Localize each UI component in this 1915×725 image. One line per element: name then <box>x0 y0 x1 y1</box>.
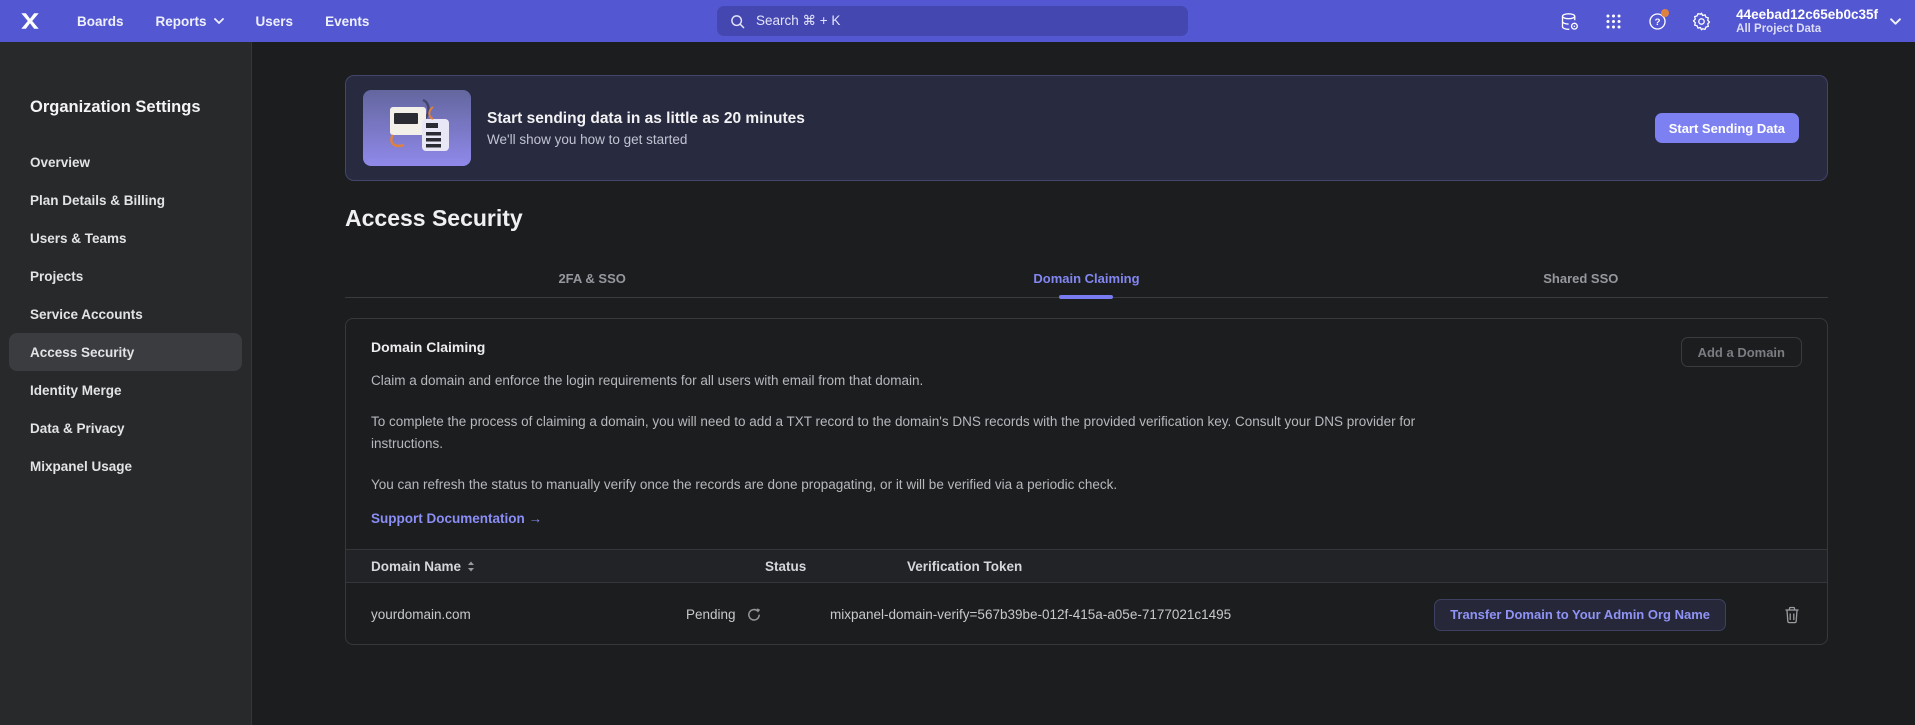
help-icon[interactable]: ? <box>1640 4 1674 38</box>
chevron-down-icon <box>214 18 224 24</box>
active-tab-indicator <box>1059 295 1113 299</box>
sidebar-item-access-security[interactable]: Access Security <box>9 333 242 371</box>
nav-item-label: Events <box>325 14 369 29</box>
navbar-right: ? 44eebad12c65eb0c35f All Project Data <box>1552 0 1901 42</box>
svg-text:?: ? <box>1654 17 1660 28</box>
sidebar-item-service-accounts[interactable]: Service Accounts <box>9 295 242 333</box>
transfer-domain-button[interactable]: Transfer Domain to Your Admin Org Name <box>1434 599 1726 631</box>
access-security-tabs: 2FA & SSO Domain Claiming Shared SSO <box>345 260 1828 298</box>
domain-claiming-card: Add a Domain Domain Claiming Claim a dom… <box>345 318 1828 645</box>
row-actions: Transfer Domain to Your Admin Org Name <box>1397 599 1827 631</box>
refresh-icon <box>746 607 762 623</box>
verification-token-cell: mixpanel-domain-verify=567b39be-012f-415… <box>811 607 1397 622</box>
search-input[interactable]: Search ⌘ + K <box>717 6 1188 36</box>
nav-item-label: Reports <box>156 14 207 29</box>
column-header-status: Status <box>666 559 811 574</box>
sidebar-item-identity-merge[interactable]: Identity Merge <box>9 371 242 409</box>
tab-domain-claiming[interactable]: Domain Claiming <box>839 260 1333 297</box>
column-header-label: Domain Name <box>371 559 461 574</box>
table-header-row: Domain Name Status Verification Token <box>346 549 1827 583</box>
sidebar-item-plan-details-billing[interactable]: Plan Details & Billing <box>9 181 242 219</box>
status-text: Pending <box>686 607 736 622</box>
nav-item-boards[interactable]: Boards <box>65 8 136 35</box>
top-navbar: Boards Reports Users Events Search ⌘ + K <box>0 0 1915 42</box>
card-paragraph: Claim a domain and enforce the login req… <box>371 371 1431 391</box>
search-icon <box>729 13 746 30</box>
column-header-verification-token: Verification Token <box>811 559 1397 574</box>
add-domain-button[interactable]: Add a Domain <box>1681 337 1802 367</box>
org-id: 44eebad12c65eb0c35f <box>1736 7 1878 22</box>
page-title: Access Security <box>345 205 1828 232</box>
sidebar-title: Organization Settings <box>30 98 251 117</box>
nav-item-events[interactable]: Events <box>313 8 381 35</box>
data-management-icon[interactable] <box>1552 4 1586 38</box>
tab-2fa-sso[interactable]: 2FA & SSO <box>345 260 839 297</box>
main-area: Start sending data in as little as 20 mi… <box>253 42 1915 725</box>
tab-label: Shared SSO <box>1543 271 1618 286</box>
domain-name-cell: yourdomain.com <box>346 607 666 622</box>
search-placeholder: Search ⌘ + K <box>756 13 840 29</box>
notification-dot <box>1661 9 1669 17</box>
domains-table: Domain Name Status Verification Token <box>346 549 1827 645</box>
tab-shared-sso[interactable]: Shared SSO <box>1334 260 1828 297</box>
settings-gear-icon[interactable] <box>1684 4 1718 38</box>
sidebar-list: Overview Plan Details & Billing Users & … <box>0 143 251 485</box>
column-header-label: Verification Token <box>907 559 1022 574</box>
banner-illustration <box>363 90 471 166</box>
tab-label: 2FA & SSO <box>558 271 625 286</box>
chevron-down-icon <box>1890 18 1901 25</box>
banner-title: Start sending data in as little as 20 mi… <box>487 110 805 128</box>
card-paragraph: To complete the process of claiming a do… <box>371 411 1431 455</box>
sidebar-item-projects[interactable]: Projects <box>9 257 242 295</box>
sidebar-item-users-teams[interactable]: Users & Teams <box>9 219 242 257</box>
sort-icon <box>467 561 475 572</box>
nav-item-reports[interactable]: Reports <box>144 8 236 35</box>
sidebar-item-mixpanel-usage[interactable]: Mixpanel Usage <box>9 447 242 485</box>
status-cell: Pending <box>666 607 811 623</box>
sidebar-item-overview[interactable]: Overview <box>9 143 242 181</box>
sidebar-item-data-privacy[interactable]: Data & Privacy <box>9 409 242 447</box>
column-header-domain-name[interactable]: Domain Name <box>346 559 666 574</box>
card-title: Domain Claiming <box>371 339 1802 355</box>
tab-label: Domain Claiming <box>1033 271 1139 286</box>
card-paragraph: You can refresh the status to manually v… <box>371 475 1431 495</box>
account-switcher[interactable]: 44eebad12c65eb0c35f All Project Data <box>1736 7 1901 36</box>
support-documentation-link[interactable]: Support Documentation → <box>371 509 542 529</box>
banner-text: Start sending data in as little as 20 mi… <box>487 110 805 147</box>
nav-item-label: Users <box>256 14 294 29</box>
apps-grid-icon[interactable] <box>1596 4 1630 38</box>
onboarding-banner: Start sending data in as little as 20 mi… <box>345 75 1828 181</box>
banner-subtitle: We'll show you how to get started <box>487 132 805 147</box>
nav-item-users[interactable]: Users <box>244 8 306 35</box>
nav-item-label: Boards <box>77 14 124 29</box>
project-name: All Project Data <box>1736 23 1878 36</box>
settings-sidebar: Organization Settings Overview Plan Deta… <box>0 42 252 725</box>
main-nav: Boards Reports Users Events <box>65 8 381 35</box>
column-header-label: Status <box>765 559 806 574</box>
delete-domain-button[interactable] <box>1784 606 1800 624</box>
start-sending-data-button[interactable]: Start Sending Data <box>1655 113 1799 143</box>
mixpanel-logo-icon[interactable] <box>17 8 43 34</box>
table-row: yourdomain.com Pending mixpanel-domain-v… <box>346 583 1827 645</box>
refresh-status-button[interactable] <box>746 607 762 623</box>
trash-icon <box>1784 606 1800 624</box>
